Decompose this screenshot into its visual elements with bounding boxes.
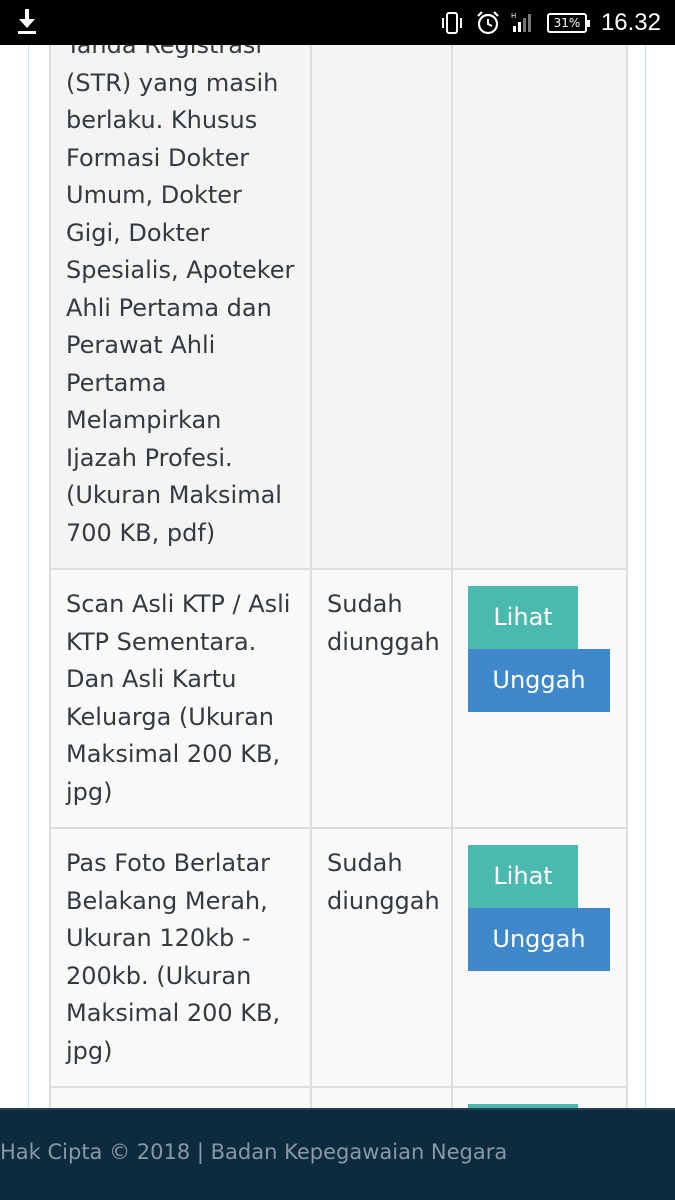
action-cell [451,1086,628,1108]
table-row: Scan Asli KTP / Asli KTP Sementara. Dan … [49,568,628,829]
upload-button[interactable]: Unggah [468,649,610,712]
view-button[interactable]: Lihat [468,845,578,908]
table-row: Tanda Registrasi (STR) yang masih berlak… [49,45,628,570]
signal-icon: H [511,12,531,32]
alarm-icon [477,10,499,34]
document-name-cell [49,1086,312,1108]
table-row: Pas Foto Berlatar Belakang Merah, Ukuran… [49,827,628,1088]
document-name-cell: Tanda Registrasi (STR) yang masih berlak… [49,45,312,570]
download-icon [18,9,36,34]
action-cell: Lihat Unggah [451,568,628,829]
status-bar: H 31% 16.32 [0,0,675,45]
action-cell [451,45,628,570]
battery-indicator: 31% [546,12,590,33]
status-cell [310,45,453,570]
document-name-cell: Scan Asli KTP / Asli KTP Sementara. Dan … [49,568,312,829]
table-row [49,1086,628,1108]
clock: 16.32 [600,8,661,36]
view-button[interactable]: Lihat [468,586,578,649]
document-name: Tanda Registrasi (STR) yang masih berlak… [66,45,295,547]
status-cell: Sudah diunggah [310,827,453,1088]
footer: Hak Cipta © 2018 | Badan Kepegawaian Neg… [0,1108,675,1200]
status-cell: Sudah diunggah [310,568,453,829]
status-cell [310,1086,453,1108]
action-cell: Lihat Unggah [451,827,628,1088]
svg-text:H: H [511,12,516,20]
vibrate-icon [441,11,462,34]
document-name-cell: Pas Foto Berlatar Belakang Merah, Ukuran… [49,827,312,1088]
document-name: Scan Asli KTP / Asli KTP Sementara. Dan … [66,590,291,806]
document-name: Pas Foto Berlatar Belakang Merah, Ukuran… [66,849,281,1065]
container-border-left [28,45,29,1108]
upload-button[interactable]: Unggah [468,908,610,971]
upload-status: Sudah diunggah [327,590,440,656]
copyright-text: Hak Cipta © 2018 | Badan Kepegawaian Neg… [0,1140,508,1164]
page-content: Tanda Registrasi (STR) yang masih berlak… [0,45,675,1108]
upload-status: Sudah diunggah [327,849,440,915]
container-border-right [645,45,646,1108]
document-table: Tanda Registrasi (STR) yang masih berlak… [49,45,628,1108]
